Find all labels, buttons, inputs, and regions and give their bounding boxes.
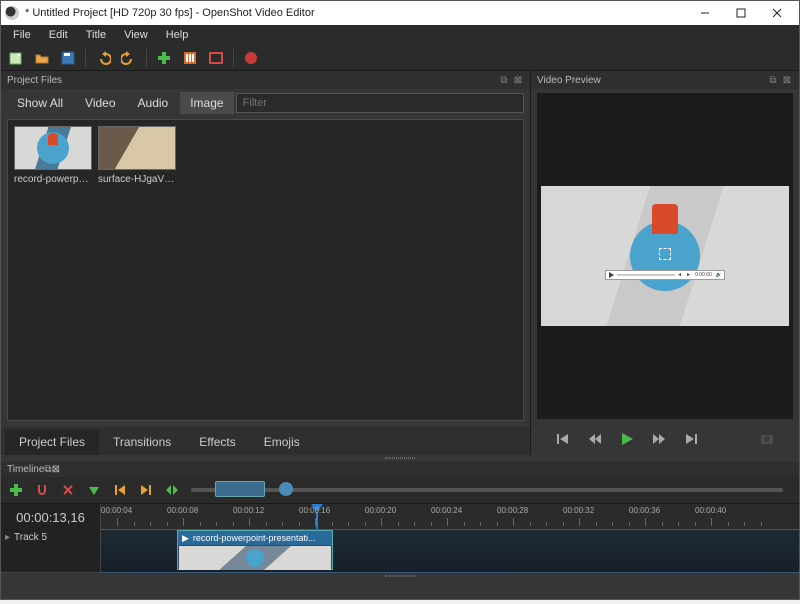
open-project-button[interactable] [31, 47, 53, 69]
close-button[interactable] [759, 1, 795, 25]
clip-thumb-icon: ▶ [182, 533, 189, 544]
profile-button[interactable] [179, 47, 201, 69]
filter-row: Show All Video Audio Image [1, 89, 530, 117]
close-pane-icon[interactable]: ⊠ [781, 74, 793, 86]
tab-project-files[interactable]: Project Files [5, 429, 99, 455]
application-window: * Untitled Project [HD 720p 30 fps] - Op… [0, 0, 800, 600]
tab-effects[interactable]: Effects [185, 429, 249, 455]
track-name: Track 5 [14, 532, 47, 543]
add-track-button[interactable] [7, 481, 25, 499]
menu-title[interactable]: Title [78, 27, 114, 43]
ruler-label: 00:00:08 [167, 506, 198, 515]
project-files-title: Project Files [7, 75, 62, 86]
embedded-audio-bar: ◄►0:00:00🔊 [605, 270, 725, 280]
ruler-label: 00:00:32 [563, 506, 594, 515]
marker-button[interactable] [85, 481, 103, 499]
ruler-label: 00:00:12 [233, 506, 264, 515]
filter-audio[interactable]: Audio [128, 92, 179, 114]
project-file-item[interactable]: record-powerpo... [14, 126, 92, 414]
video-preview-pane: Video Preview ⧉ ⊠ ◄►0:00:00🔊 [531, 71, 799, 455]
timeline-title: Timeline [7, 464, 44, 475]
timeline-clip[interactable]: ▶ record-powerpoint-presentati... [177, 530, 333, 570]
track-body[interactable]: ▶ record-powerpoint-presentati... [101, 529, 799, 573]
undock-icon[interactable]: ⧉ [498, 74, 510, 86]
close-pane-icon[interactable]: ⊠ [52, 464, 60, 475]
snap-button[interactable] [33, 481, 51, 499]
center-playhead-button[interactable] [163, 481, 181, 499]
project-file-label: surface-HJgaV1... [98, 174, 176, 185]
app-icon [5, 6, 19, 20]
menu-help[interactable]: Help [158, 27, 197, 43]
razor-button[interactable] [59, 481, 77, 499]
project-files-pane: Project Files ⧉ ⊠ Show All Video Audio I… [1, 71, 531, 455]
left-bottom-tabs: Project Files Transitions Effects Emojis [1, 427, 530, 455]
redo-button[interactable] [118, 47, 140, 69]
clip-label: record-powerpoint-presentati... [193, 533, 316, 543]
import-files-button[interactable] [153, 47, 175, 69]
export-video-button[interactable] [240, 47, 262, 69]
preview-viewport[interactable]: ◄►0:00:00🔊 [537, 93, 793, 419]
next-marker-button[interactable] [137, 481, 155, 499]
undock-icon[interactable]: ⧉ [767, 74, 779, 86]
undo-button[interactable] [92, 47, 114, 69]
jump-start-button[interactable] [554, 430, 572, 448]
sound-icon [659, 248, 671, 260]
jump-end-button[interactable] [682, 430, 700, 448]
ruler-label: 00:00:16 [299, 506, 330, 515]
filter-show-all[interactable]: Show All [7, 92, 73, 114]
track-header[interactable]: ▸Track 5 [1, 529, 101, 573]
transport-controls [531, 423, 799, 455]
fast-forward-button[interactable] [650, 430, 668, 448]
save-project-button[interactable] [57, 47, 79, 69]
timeline-toolbar [1, 477, 799, 503]
ruler-label: 00:00:40 [695, 506, 726, 515]
rewind-button[interactable] [586, 430, 604, 448]
close-pane-icon[interactable]: ⊠ [512, 74, 524, 86]
timeline-ruler: 00:00:13,16 00:00:0400:00:0800:00:1200:0… [1, 503, 799, 529]
main-toolbar [1, 45, 799, 71]
menu-file[interactable]: File [5, 27, 39, 43]
zoom-knob[interactable] [279, 482, 293, 496]
new-project-button[interactable] [5, 47, 27, 69]
project-file-item[interactable]: surface-HJgaV1... [98, 126, 176, 414]
ruler-label: 00:00:36 [629, 506, 660, 515]
fullscreen-button[interactable] [205, 47, 227, 69]
project-file-label: record-powerpo... [14, 174, 92, 185]
video-preview-title: Video Preview [537, 75, 601, 86]
timeline-pane: Timeline ⧉ ⊠ 00:00:13,16 [1, 461, 799, 579]
window-title: * Untitled Project [HD 720p 30 fps] - Op… [25, 7, 687, 19]
play-button[interactable] [618, 430, 636, 448]
current-time-display: 00:00:13,16 [1, 504, 101, 530]
ruler-strip[interactable]: 00:00:04 00:00:08 00:00:12 00:00:16 00:00:20… [101, 504, 799, 529]
tab-emojis[interactable]: Emojis [250, 429, 314, 455]
menubar: File Edit Title View Help [1, 25, 799, 45]
menu-edit[interactable]: Edit [41, 27, 76, 43]
ruler-label: 00:00:24 [431, 506, 462, 515]
filter-image[interactable]: Image [180, 92, 233, 114]
ruler-label: 00:00:28 [497, 506, 528, 515]
minimize-button[interactable] [687, 1, 723, 25]
filter-input[interactable] [236, 93, 524, 113]
prev-marker-button[interactable] [111, 481, 129, 499]
undock-icon[interactable]: ⧉ [44, 464, 51, 475]
ruler-label: 00:00:04 [101, 506, 132, 515]
filter-video[interactable]: Video [75, 92, 125, 114]
timeline-splitter[interactable] [1, 573, 799, 579]
ruler-label: 00:00:20 [365, 506, 396, 515]
menu-view[interactable]: View [116, 27, 156, 43]
maximize-button[interactable] [723, 1, 759, 25]
snapshot-button[interactable] [758, 430, 776, 448]
titlebar: * Untitled Project [HD 720p 30 fps] - Op… [1, 1, 799, 25]
tab-transitions[interactable]: Transitions [99, 429, 185, 455]
zoom-region-handle[interactable] [215, 481, 265, 497]
project-files-list[interactable]: record-powerpo... surface-HJgaV1... [7, 119, 524, 421]
